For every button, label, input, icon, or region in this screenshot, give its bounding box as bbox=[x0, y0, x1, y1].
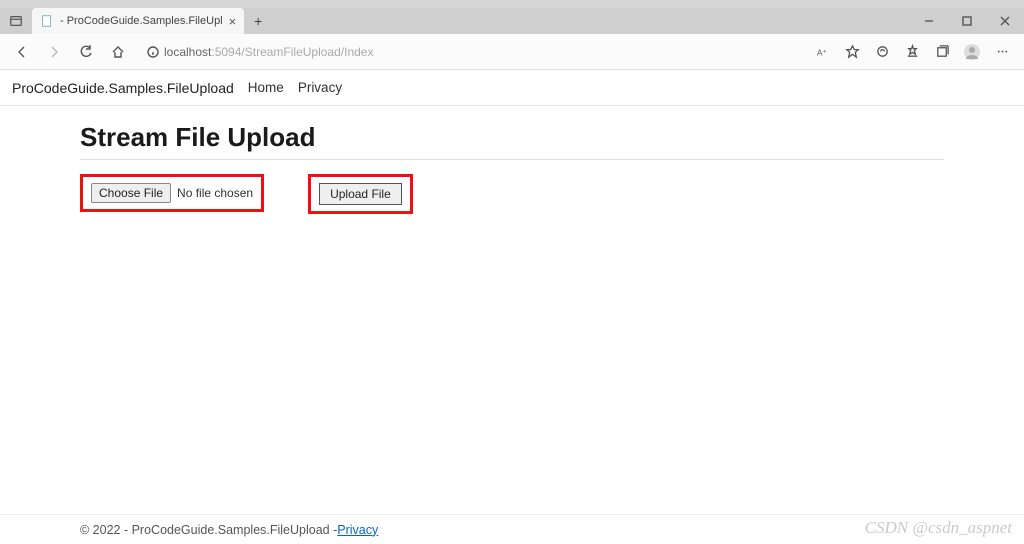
profile-icon[interactable] bbox=[958, 38, 986, 66]
new-tab-button[interactable]: + bbox=[244, 8, 272, 34]
nav-link-home[interactable]: Home bbox=[248, 80, 284, 95]
back-button[interactable] bbox=[8, 38, 36, 66]
page-footer: © 2022 - ProCodeGuide.Samples.FileUpload… bbox=[0, 514, 1024, 544]
browser-tab-active[interactable]: - ProCodeGuide.Samples.FileUpl × bbox=[32, 8, 244, 34]
file-input-highlight: Choose File No file chosen bbox=[80, 174, 264, 212]
window-controls bbox=[910, 8, 1024, 34]
upload-file-button[interactable]: Upload File bbox=[319, 183, 402, 205]
collections-icon[interactable] bbox=[928, 38, 956, 66]
url-path: :5094/StreamFileUpload/Index bbox=[211, 45, 373, 59]
more-icon[interactable] bbox=[988, 38, 1016, 66]
svg-text:A⁺: A⁺ bbox=[816, 47, 826, 57]
close-tab-icon[interactable]: × bbox=[229, 14, 237, 29]
page-heading: Stream File Upload bbox=[80, 122, 944, 153]
url-host: localhost bbox=[164, 45, 211, 59]
tab-title: - ProCodeGuide.Samples.FileUpl bbox=[60, 15, 223, 27]
read-aloud-icon[interactable]: A⁺ bbox=[808, 38, 836, 66]
maximize-button[interactable] bbox=[948, 8, 986, 34]
favorite-icon[interactable] bbox=[838, 38, 866, 66]
window-titlebar bbox=[0, 0, 1024, 8]
forward-button[interactable] bbox=[40, 38, 68, 66]
sync-icon[interactable] bbox=[868, 38, 896, 66]
navbar-brand[interactable]: ProCodeGuide.Samples.FileUpload bbox=[12, 80, 234, 96]
tab-favicon bbox=[40, 14, 54, 28]
site-navbar: ProCodeGuide.Samples.FileUpload Home Pri… bbox=[0, 70, 1024, 106]
refresh-button[interactable] bbox=[72, 38, 100, 66]
tab-strip-left-icon[interactable] bbox=[0, 8, 32, 34]
nav-link-privacy[interactable]: Privacy bbox=[298, 80, 342, 95]
upload-button-highlight: Upload File bbox=[308, 174, 413, 214]
favorites-bar-icon[interactable] bbox=[898, 38, 926, 66]
close-window-button[interactable] bbox=[986, 8, 1024, 34]
minimize-button[interactable] bbox=[910, 8, 948, 34]
home-button[interactable] bbox=[104, 38, 132, 66]
tab-strip: - ProCodeGuide.Samples.FileUpl × + bbox=[0, 8, 1024, 34]
footer-privacy-link[interactable]: Privacy bbox=[337, 523, 378, 537]
footer-text: © 2022 - ProCodeGuide.Samples.FileUpload… bbox=[80, 523, 337, 537]
browser-toolbar: localhost:5094/StreamFileUpload/Index A⁺ bbox=[0, 34, 1024, 70]
choose-file-button[interactable]: Choose File bbox=[91, 183, 171, 203]
heading-divider bbox=[80, 159, 944, 160]
page-content: Stream File Upload Choose File No file c… bbox=[0, 106, 1024, 514]
file-chosen-label: No file chosen bbox=[177, 186, 253, 200]
address-bar[interactable]: localhost:5094/StreamFileUpload/Index bbox=[142, 39, 798, 65]
site-info-icon[interactable] bbox=[142, 45, 164, 59]
